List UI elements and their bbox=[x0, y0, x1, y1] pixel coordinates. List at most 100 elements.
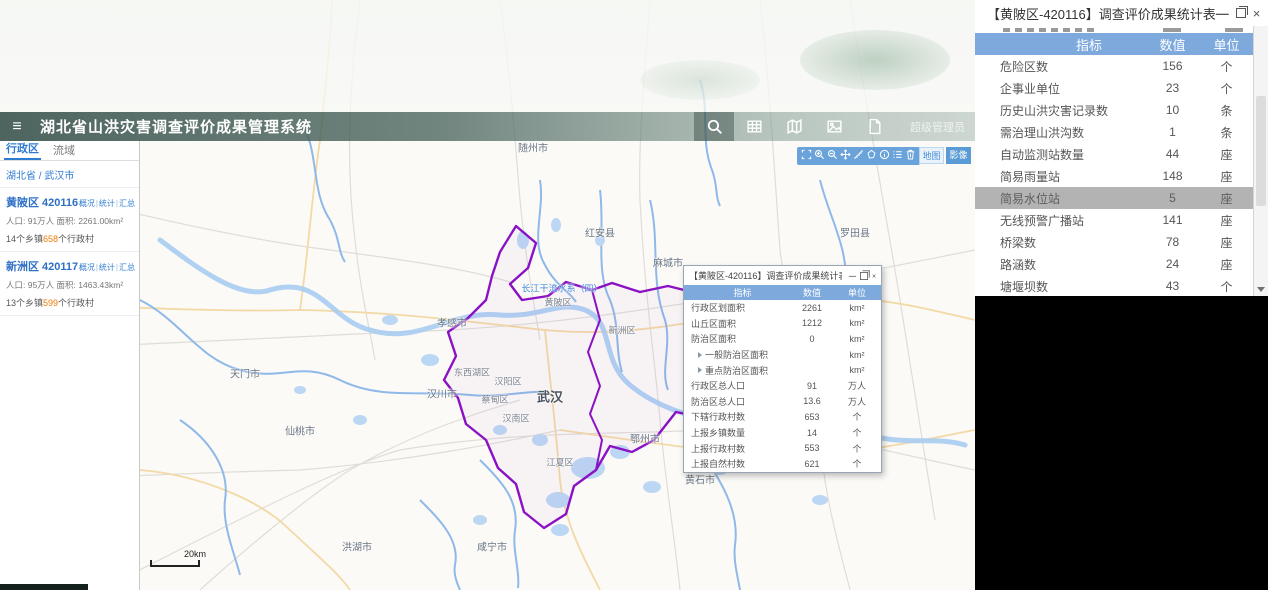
tab-流域[interactable]: 流域 bbox=[51, 142, 77, 160]
minimize-icon[interactable]: — bbox=[849, 272, 856, 280]
popup-table-body: 行政区划面积 2261 km² 山丘区面积 1212 km² 防治区面积 0 km² 一般防治区面… bbox=[684, 300, 881, 472]
region-link-统计[interactable]: 统计 bbox=[99, 199, 115, 208]
search-icon[interactable] bbox=[694, 112, 734, 141]
basemap-button-影像[interactable]: 影像 bbox=[946, 147, 971, 164]
row-value: 78 bbox=[1165, 235, 1180, 249]
app-header: ≡ 湖北省山洪灾害调查评价成果管理系统 超级管理员 bbox=[0, 112, 975, 141]
row-label: 塘堰坝数 bbox=[1000, 279, 1049, 294]
expand-triangle-icon[interactable] bbox=[698, 351, 702, 358]
region-entry: 新洲区 420117 概况|统计|汇总 人口: 95万人 面积: 1463.43km… bbox=[0, 252, 139, 316]
region-name-link[interactable]: 黄陂区 420116 bbox=[6, 194, 78, 210]
region-link-统计[interactable]: 统计 bbox=[99, 263, 115, 272]
taskbar-sliver bbox=[0, 584, 88, 590]
zoom-out-icon[interactable] bbox=[827, 147, 838, 165]
table-row[interactable]: 历史山洪灾害记录数 10 条 bbox=[975, 99, 1268, 121]
row-unit: km² bbox=[849, 365, 865, 376]
table-row[interactable]: 防治区总人口 13.6 万人 bbox=[684, 394, 881, 410]
table-row[interactable]: 下辖行政村数 653 个 bbox=[684, 409, 881, 425]
legend-icon[interactable] bbox=[892, 147, 903, 165]
clipped-row bbox=[975, 26, 1268, 33]
link-separator: | bbox=[115, 263, 118, 272]
scroll-down-icon[interactable] bbox=[1254, 282, 1268, 296]
image-icon[interactable] bbox=[814, 112, 854, 141]
extent-icon[interactable] bbox=[801, 147, 812, 165]
table-row[interactable]: 行政区划面积 2261 km² bbox=[684, 300, 881, 316]
row-unit: 座 bbox=[1220, 213, 1233, 228]
table-row[interactable]: 塘堰坝数 43 个 bbox=[975, 275, 1268, 297]
region-link-汇总[interactable]: 汇总 bbox=[119, 199, 135, 208]
table-row[interactable]: 山丘区面积 1212 km² bbox=[684, 316, 881, 332]
table-row[interactable]: 危险区数 156 个 bbox=[975, 55, 1268, 77]
table-row[interactable]: 简易雨量站 148 座 bbox=[975, 165, 1268, 187]
region-info: 人口: 95万人 面积: 1463.43km² bbox=[6, 280, 124, 290]
document-icon[interactable] bbox=[854, 112, 894, 141]
table-row[interactable]: 重点防治区面积 km² bbox=[684, 362, 881, 378]
region-link-汇总[interactable]: 汇总 bbox=[119, 263, 135, 272]
table-row[interactable]: 企事业单位 23 个 bbox=[975, 77, 1268, 99]
minimize-icon[interactable]: — bbox=[1216, 6, 1229, 21]
measure-icon[interactable] bbox=[853, 147, 864, 165]
region-name-link[interactable]: 新洲区 420117 bbox=[6, 258, 78, 274]
map-toolbar bbox=[797, 147, 920, 165]
trash-icon[interactable] bbox=[905, 147, 916, 165]
expand-triangle-icon[interactable] bbox=[698, 367, 702, 374]
row-unit: 条 bbox=[1220, 103, 1233, 118]
row-value: 653 bbox=[804, 411, 820, 422]
table-row[interactable]: 自动监测站数量 44 座 bbox=[975, 143, 1268, 165]
restore-icon[interactable] bbox=[859, 269, 870, 280]
row-value: 0 bbox=[809, 333, 815, 344]
row-label: 上报自然村数 bbox=[691, 459, 746, 470]
map-icon[interactable] bbox=[774, 112, 814, 141]
close-icon[interactable]: × bbox=[872, 272, 876, 280]
row-label: 危险区数 bbox=[1000, 59, 1049, 74]
table-row[interactable]: 需治理山洪沟数 1 条 bbox=[975, 121, 1268, 143]
table-row[interactable]: 无线预警广播站 141 座 bbox=[975, 209, 1268, 231]
table-row[interactable]: 上报行政村数 553 个 bbox=[684, 440, 881, 456]
region-head: 新洲区 420117 概况|统计|汇总 bbox=[6, 258, 135, 274]
row-value: 2261 bbox=[801, 302, 823, 313]
stats-panel-titlebar[interactable]: 【黄陂区-420116】调查评价成果统计表 — × bbox=[975, 0, 1268, 26]
region-link-概况[interactable]: 概况 bbox=[79, 199, 95, 208]
scrollbar-thumb[interactable] bbox=[1256, 96, 1266, 206]
row-label: 一般防治区面积 bbox=[684, 348, 789, 361]
table-row[interactable]: 桥梁数 78 座 bbox=[975, 231, 1268, 253]
basemap-button-地图[interactable]: 地图 bbox=[919, 147, 944, 164]
current-user[interactable]: 超级管理员 bbox=[910, 119, 965, 135]
restore-icon[interactable] bbox=[1235, 6, 1248, 18]
stats-table-body: 危险区数 156 个企事业单位 23 个历史山洪灾害记录数 10 条需治理山洪沟数 1 条自动监… bbox=[975, 55, 1268, 297]
row-label: 上报行政村数 bbox=[691, 443, 746, 454]
link-separator: | bbox=[115, 199, 118, 208]
breadcrumb[interactable]: 湖北省 / 武汉市 bbox=[0, 161, 139, 188]
table-row[interactable]: 防治区面积 0 km² bbox=[684, 331, 881, 347]
row-label: 简易雨量站 bbox=[1000, 169, 1061, 184]
row-label: 历史山洪灾害记录数 bbox=[1000, 103, 1109, 118]
select-icon[interactable] bbox=[866, 147, 877, 165]
table-row[interactable]: 路涵数 24 座 bbox=[975, 253, 1268, 275]
hamburger-menu-icon[interactable]: ≡ bbox=[0, 118, 34, 136]
link-separator: | bbox=[95, 263, 98, 272]
table-row[interactable]: 一般防治区面积 km² bbox=[684, 347, 881, 363]
tab-行政区[interactable]: 行政区 bbox=[4, 140, 41, 160]
table-row[interactable]: 上报自然村数 621 个 bbox=[684, 456, 881, 472]
row-unit: km² bbox=[849, 318, 865, 329]
pan-icon[interactable] bbox=[840, 147, 851, 165]
row-unit: 座 bbox=[1220, 169, 1233, 184]
table-icon[interactable] bbox=[734, 112, 774, 141]
table-row[interactable]: 行政区总人口 91 万人 bbox=[684, 378, 881, 394]
row-unit: 万人 bbox=[847, 381, 866, 392]
region-link-概况[interactable]: 概况 bbox=[79, 263, 95, 272]
row-value: 156 bbox=[1162, 59, 1183, 73]
scrollbar[interactable] bbox=[1254, 26, 1268, 296]
row-unit: km² bbox=[849, 302, 865, 313]
zoom-in-icon[interactable] bbox=[814, 147, 825, 165]
popup-col-value: 数值 bbox=[802, 288, 821, 298]
identify-icon[interactable] bbox=[879, 147, 890, 165]
table-row[interactable]: 简易水位站 5 座 bbox=[975, 187, 1268, 209]
popup-titlebar[interactable]: 【黄陂区-420116】调查评价成果统计表 — × bbox=[684, 266, 881, 285]
close-icon[interactable]: × bbox=[1253, 6, 1261, 21]
row-label: 自动监测站数量 bbox=[1000, 147, 1085, 162]
row-unit: 个 bbox=[1220, 59, 1233, 74]
table-row[interactable]: 上报乡镇数量 14 个 bbox=[684, 425, 881, 441]
stats-panel-title: 【黄陂区-420116】调查评价成果统计表 bbox=[987, 6, 1216, 22]
stats-col-label: 指标 bbox=[1075, 37, 1102, 53]
